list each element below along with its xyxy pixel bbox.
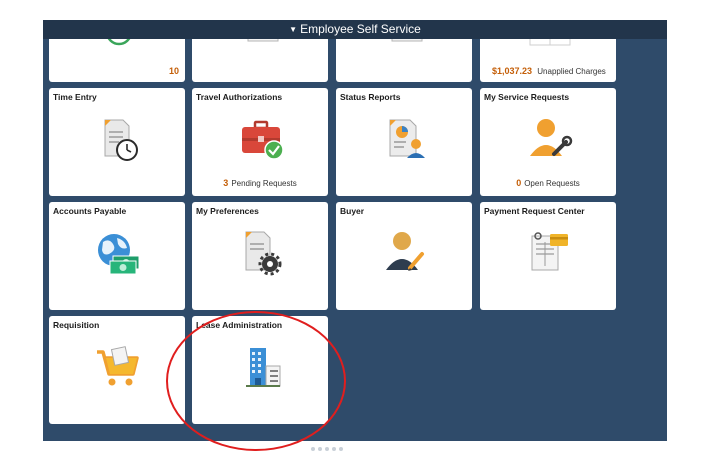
open-label: Open Requests: [524, 179, 580, 188]
tile-title: Buyer: [340, 206, 365, 216]
tile-amount: $1,037.23: [492, 66, 533, 76]
tile-top-1[interactable]: 10: [49, 39, 185, 82]
homepage-title: Employee Self Service: [300, 22, 421, 36]
tile-title: My Preferences: [196, 206, 259, 216]
briefcase-check-icon: [242, 120, 284, 160]
partial-icon: [247, 39, 279, 42]
tile-amount-label: Unapplied Charges: [537, 67, 606, 76]
tile-footer: 0 Open Requests: [480, 178, 616, 188]
tile-summary: $1,037.23 Unapplied Charges: [492, 66, 606, 76]
partial-icon: [107, 39, 131, 46]
report-person-icon: [389, 119, 425, 158]
pending-label: Pending Requests: [231, 179, 297, 188]
tile-lease-administration[interactable]: Lease Administration: [192, 316, 328, 424]
tile-top-4[interactable]: $1,037.23 Unapplied Charges: [480, 39, 616, 82]
tile-title: Requisition: [53, 320, 100, 330]
tile-title: Accounts Payable: [53, 206, 127, 216]
homepage-panel: ▼ Employee Self Service 10 $1,037.23 Unap…: [43, 20, 667, 441]
tile-footer: 3 Pending Requests: [192, 178, 328, 188]
page-indicator: [304, 438, 346, 451]
partial-icon: [391, 39, 423, 42]
tile-title: Time Entry: [53, 92, 97, 102]
globe-money-icon: [98, 234, 140, 275]
tile-buyer[interactable]: Buyer: [336, 202, 472, 310]
tile-status-reports[interactable]: Status Reports: [336, 88, 472, 196]
pending-count: 3: [223, 178, 229, 188]
tile-title: Travel Authorizations: [196, 92, 283, 102]
tile-requisition[interactable]: Requisition: [49, 316, 185, 424]
timesheet-clock-icon: [104, 119, 138, 161]
invoice-card-icon: [531, 232, 568, 271]
tile-travel-authorizations[interactable]: Travel Authorizations 3 Pending Requests: [192, 88, 328, 196]
document-gear-icon: [245, 231, 282, 276]
tile-accounts-payable[interactable]: Accounts Payable: [49, 202, 185, 310]
tile-title: Payment Request Center: [484, 206, 585, 216]
tile-top-2[interactable]: [192, 39, 328, 82]
tile-top-3[interactable]: [336, 39, 472, 82]
page-dot[interactable]: [304, 447, 308, 451]
page-dot[interactable]: [325, 447, 329, 451]
shopping-cart-icon: [97, 346, 139, 386]
page-dot[interactable]: [332, 447, 336, 451]
tile-title: Lease Administration: [196, 320, 283, 330]
tile-my-preferences[interactable]: My Preferences: [192, 202, 328, 310]
tile-my-service-requests[interactable]: My Service Requests 0 Open Requests: [480, 88, 616, 196]
page-dot[interactable]: [311, 447, 315, 451]
tile-time-entry[interactable]: Time Entry: [49, 88, 185, 196]
tile-payment-request-center[interactable]: Payment Request Center: [480, 202, 616, 310]
partial-icon: [529, 39, 571, 46]
tile-count: 10: [168, 66, 179, 76]
caret-down-icon: ▼: [289, 25, 298, 34]
tile-title: My Service Requests: [484, 92, 570, 102]
person-wrench-icon: [530, 119, 573, 156]
open-count: 0: [516, 178, 522, 188]
building-list-icon: [246, 348, 281, 387]
person-pencil-icon: [386, 232, 424, 271]
page-dot[interactable]: [339, 447, 343, 451]
homepage-header[interactable]: ▼ Employee Self Service: [43, 20, 667, 39]
tile-title: Status Reports: [340, 92, 401, 102]
page-dot[interactable]: [318, 447, 322, 451]
